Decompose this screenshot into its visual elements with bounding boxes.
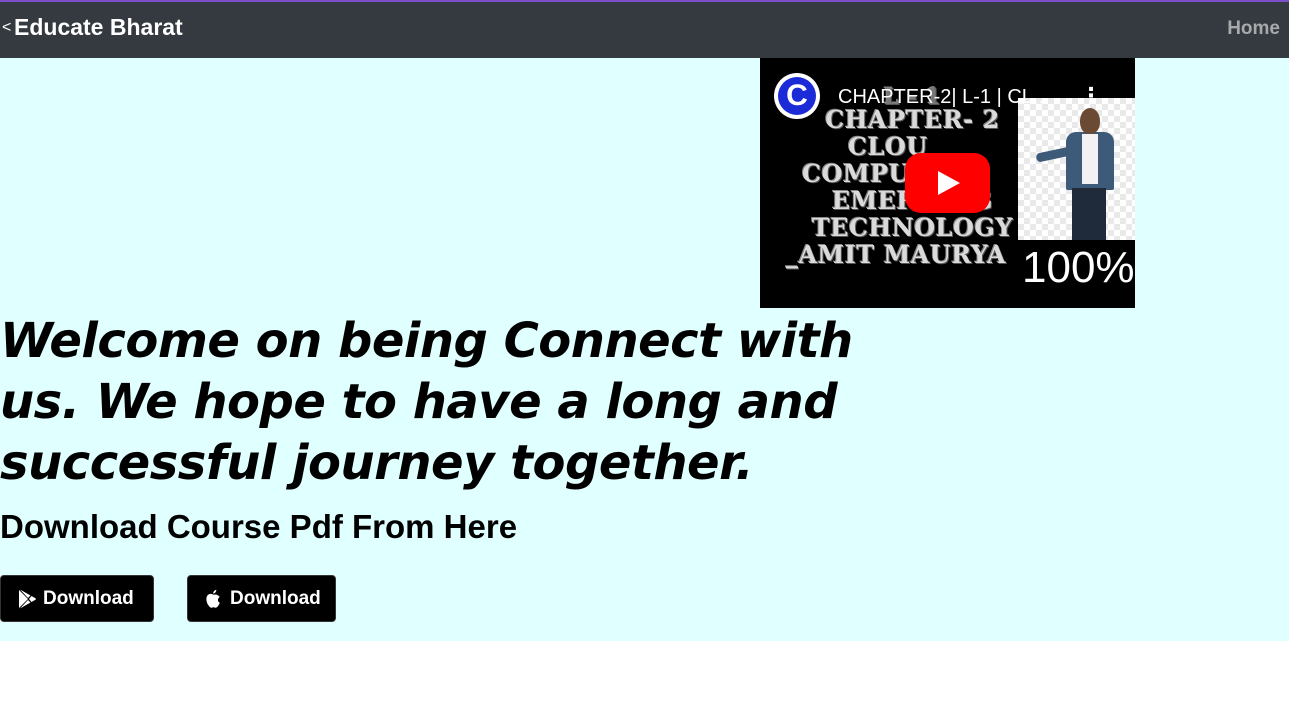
welcome-heading: Welcome on being Connect with us. We hop… (0, 313, 853, 491)
person-head (1080, 108, 1100, 134)
brand-link[interactable]: Educate Bharat (14, 14, 183, 41)
google-play-download-button[interactable]: Download (0, 575, 154, 622)
person-shirt (1082, 134, 1098, 184)
navbar: < Educate Bharat Home (0, 0, 1289, 58)
download-button-label: Download (230, 587, 321, 609)
play-triangle (938, 171, 960, 195)
google-play-icon (17, 589, 37, 609)
channel-logo-letter: C (778, 77, 816, 115)
youtube-video-embed[interactable]: L - 1 CHAPTER- 2 CLOU COMPU EMERGING TEC… (760, 58, 1135, 308)
download-course-heading: Download Course Pdf From Here (0, 508, 518, 545)
play-icon[interactable] (905, 153, 990, 213)
download-button-label: Download (43, 587, 134, 609)
channel-logo-icon[interactable]: C (774, 73, 820, 119)
thumbnail-person-image (1018, 98, 1135, 240)
app-store-download-button[interactable]: Download (187, 575, 336, 622)
thumbnail-line: _AMIT MAURYA (786, 240, 1007, 269)
apple-icon (204, 589, 224, 609)
person-legs (1072, 188, 1106, 240)
kebab-icon[interactable]: ⋮ (1080, 86, 1102, 108)
thumbnail-percent: 100% (1022, 243, 1135, 292)
brand-caret: < (2, 19, 12, 36)
thumbnail-line: CHAPTER- 2 (825, 105, 1000, 134)
thumbnail-line: TECHNOLOGY (811, 213, 1014, 242)
nav-home-link[interactable]: Home (1227, 18, 1280, 40)
video-title[interactable]: CHAPTER-2| L-1 | CL... (838, 86, 1050, 109)
